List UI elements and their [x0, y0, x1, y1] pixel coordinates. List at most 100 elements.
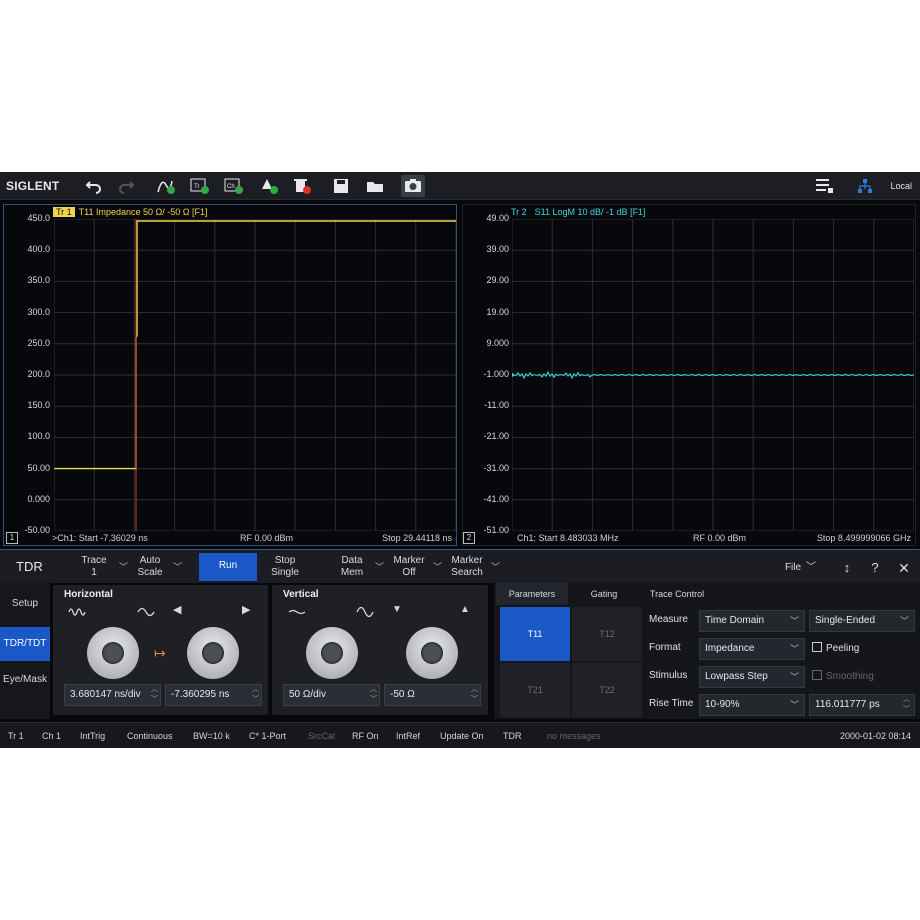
arrow-left-icon[interactable]: ◀ — [173, 603, 191, 617]
status-item[interactable]: 2000-01-02 08:14 — [840, 731, 911, 741]
mode-value: Single-Ended — [815, 615, 876, 626]
y-tick-label: 29.00 — [486, 275, 509, 286]
auto-scale-button[interactable]: Auto Scale ﹀ — [132, 553, 182, 581]
horizontal-offset-field[interactable]: -7.360295 ns ︿ ﹀ — [165, 684, 262, 706]
tab-parameters[interactable]: Parameters — [496, 583, 568, 605]
tab-trace-control[interactable]: Trace Control — [640, 583, 714, 605]
save-icon[interactable] — [329, 175, 353, 197]
status-item[interactable]: Ch 1 — [42, 731, 61, 741]
network-icon[interactable] — [853, 175, 877, 197]
sparam-t12[interactable]: T12 — [572, 607, 642, 661]
marker-search-button[interactable]: Marker Search ﹀ — [448, 553, 500, 581]
status-item[interactable]: Continuous — [127, 731, 173, 741]
status-item[interactable]: TDR — [503, 731, 522, 741]
resize-icon[interactable]: ↕ — [838, 553, 856, 581]
panel-number-2[interactable]: 2 — [463, 532, 475, 544]
horizontal-scale-knob[interactable] — [87, 627, 139, 679]
run-button[interactable]: Run — [199, 553, 257, 581]
horizontal-offset-knob[interactable] — [187, 627, 239, 679]
side-tab-setup[interactable]: Setup — [0, 587, 50, 621]
sparam-t21[interactable]: T21 — [500, 663, 570, 717]
vertical-offset-value: -50 Ω — [390, 689, 415, 700]
rise-time-dropdown[interactable]: 10-90% ﹀ — [699, 694, 805, 716]
file-menu-button[interactable]: File — [782, 553, 804, 581]
screenshot-icon[interactable] — [401, 175, 425, 197]
layout-icon[interactable] — [812, 175, 836, 197]
arrow-up-icon[interactable]: ▲ — [460, 604, 478, 618]
peeling-checkbox[interactable]: Peeling — [812, 642, 859, 654]
vertical-offset-field[interactable]: -50 Ω ︿ ﹀ — [384, 684, 481, 706]
trace-1-title: Tr 1 T11 Impedance 50 Ω/ -50 Ω [F1] — [53, 207, 208, 217]
wave-expand-icon[interactable] — [137, 605, 155, 619]
peeling-label: Peeling — [826, 643, 860, 654]
trace-1-tag[interactable]: Tr 1 — [53, 207, 75, 217]
status-item[interactable]: RF On — [352, 731, 379, 741]
trace-1-start: >Ch1: Start -7.36029 ns — [52, 533, 148, 543]
chevron-down-icon: ﹀ — [899, 616, 909, 626]
status-item[interactable]: Update On — [440, 731, 484, 741]
open-folder-icon[interactable] — [363, 175, 387, 197]
marker-button[interactable]: Marker Off ﹀ — [390, 553, 442, 581]
marker-label: Marker — [393, 555, 425, 566]
horizontal-scale-field[interactable]: 3.680147 ns/div ︿ ﹀ — [64, 684, 161, 706]
sparam-t22[interactable]: T22 — [572, 663, 642, 717]
help-icon[interactable]: ? — [866, 553, 884, 581]
status-item[interactable]: C* 1-Port — [249, 731, 286, 741]
delete-icon[interactable] — [290, 175, 314, 197]
add-trace-window-icon[interactable]: Tr — [188, 175, 212, 197]
vertical-offset-knob[interactable] — [406, 627, 458, 679]
measure-dropdown[interactable]: Time Domain ﹀ — [699, 610, 805, 632]
vertical-scale-knob[interactable] — [306, 627, 358, 679]
y-tick-label: -21.00 — [483, 431, 509, 442]
y-tick-label: 39.00 — [486, 244, 509, 255]
trace-label: Trace — [81, 555, 107, 566]
vertical-scale-field[interactable]: 50 Ω/div ︿ ﹀ — [283, 684, 380, 706]
y-tick-label: -41.00 — [483, 493, 509, 504]
side-tab-eye-mask[interactable]: Eye/Mask — [0, 663, 50, 697]
tab-gating[interactable]: Gating — [570, 583, 638, 605]
status-item[interactable]: IntRef — [396, 731, 420, 741]
panel-number-1[interactable]: 1 — [6, 532, 18, 544]
trace-select-button[interactable]: Trace 1 ﹀ — [74, 553, 128, 581]
status-item[interactable]: BW=10 k — [193, 731, 230, 741]
svg-text:Tr: Tr — [194, 184, 199, 190]
arrow-right-icon[interactable]: ▶ — [242, 603, 260, 617]
spinner-icon[interactable]: ︿ ﹀ — [903, 695, 910, 715]
amplitude-increase-icon[interactable] — [356, 605, 374, 619]
rise-time-number: 116.011777 ps — [815, 699, 880, 710]
wave-compress-icon[interactable] — [68, 605, 86, 619]
marker-state: Off — [402, 567, 416, 578]
redo-icon[interactable] — [114, 175, 138, 197]
sparam-t11[interactable]: T11 — [500, 607, 570, 661]
spinner-icon[interactable]: ︿ ﹀ — [471, 685, 478, 705]
data-mem-button[interactable]: Data Mem ﹀ — [334, 553, 384, 581]
add-trace-icon[interactable] — [154, 175, 178, 197]
amplitude-decrease-icon[interactable] — [288, 605, 306, 619]
add-channel-icon[interactable]: Ch — [222, 175, 246, 197]
stimulus-dropdown[interactable]: Lowpass Step ﹀ — [699, 666, 805, 688]
horizontal-group: Horizontal ◀ ▶ ↦ 3.680147 ns/div ︿ ﹀ -7.36… — [53, 585, 268, 715]
trace-2-tag[interactable]: Tr 2 — [511, 207, 527, 217]
close-icon[interactable]: ✕ — [895, 553, 913, 581]
status-item[interactable]: IntTrig — [80, 731, 105, 741]
chevron-down-icon: ﹀ — [374, 562, 384, 572]
mode-dropdown[interactable]: Single-Ended ﹀ — [809, 610, 915, 632]
smoothing-checkbox[interactable]: Smoothing — [812, 670, 874, 682]
arrow-down-icon[interactable]: ▼ — [392, 604, 410, 618]
rise-time-value: 10-90% — [705, 699, 740, 710]
spinner-icon[interactable]: ︿ ﹀ — [370, 685, 377, 705]
status-item[interactable]: Tr 1 — [8, 731, 24, 741]
trace-2-plot[interactable]: Tr 2 S11 LogM 10 dB/ -1 dB [F1] 49.00 39.0… — [462, 204, 916, 546]
rise-time-field[interactable]: 116.011777 ps ︿ ﹀ — [809, 694, 915, 716]
add-marker-icon[interactable] — [257, 175, 281, 197]
spinner-icon[interactable]: ︿ ﹀ — [252, 685, 259, 705]
scale-label: Scale — [137, 567, 163, 578]
side-tab-tdr-tdt[interactable]: TDR/TDT — [0, 627, 50, 661]
stimulus-label: Stimulus — [649, 670, 688, 681]
undo-icon[interactable] — [82, 175, 106, 197]
format-dropdown[interactable]: Impedance ﹀ — [699, 638, 805, 660]
trace-2-rf-power: RF 0.00 dBm — [693, 533, 747, 543]
trace-1-plot[interactable]: Tr 1 T11 Impedance 50 Ω/ -50 Ω [F1] 450.0… — [3, 204, 457, 546]
stop-single-button[interactable]: Stop Single — [264, 553, 306, 581]
spinner-icon[interactable]: ︿ ﹀ — [151, 685, 158, 705]
